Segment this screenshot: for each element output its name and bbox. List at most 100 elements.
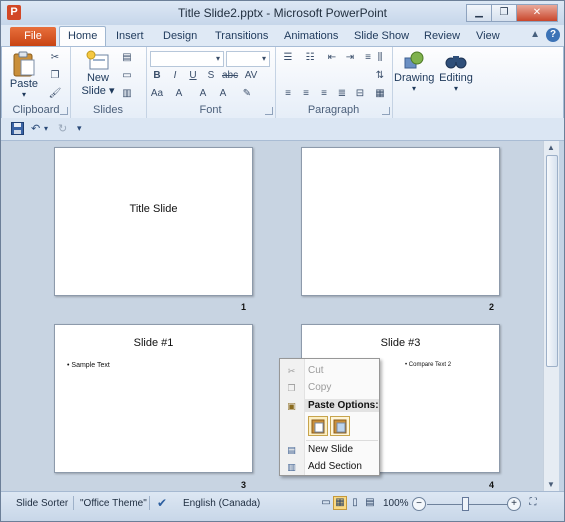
clipboard-launcher-icon[interactable] — [60, 107, 68, 115]
slide-bullet: • Compare Text 2 — [405, 362, 452, 368]
tab-home[interactable]: Home — [59, 26, 107, 48]
binoculars-icon — [445, 56, 467, 69]
tab-design[interactable]: Design — [163, 30, 197, 42]
section-icon[interactable]: ▥ — [120, 88, 134, 100]
shapes-icon — [404, 51, 424, 69]
tab-file[interactable]: File — [10, 27, 56, 46]
editing-button[interactable]: Editing ▾ — [436, 50, 476, 93]
bullets-icon[interactable]: ☰ — [281, 52, 295, 64]
underline-icon[interactable]: U — [186, 70, 200, 82]
vertical-scrollbar[interactable]: ▲ ▼ — [543, 141, 559, 491]
paste-button[interactable]: Paste ▾ — [8, 50, 40, 99]
paste-label: Paste — [9, 78, 39, 90]
undo-icon[interactable]: ↶ — [31, 122, 40, 135]
spelling-check-icon[interactable]: ✔ — [157, 496, 167, 510]
smartart-icon[interactable]: ▦ — [373, 88, 387, 100]
menu-item-copy[interactable]: Copy — [308, 382, 331, 393]
slide-thumbnail-3[interactable]: Slide #1 • Sample Text — [54, 324, 253, 473]
minimize-button[interactable]: ▁ — [466, 4, 492, 22]
menu-item-new-slide[interactable]: New Slide — [308, 444, 353, 455]
editing-label: Editing — [439, 72, 473, 84]
justify-icon[interactable]: ≣ — [335, 88, 349, 100]
align-text-icon[interactable]: ⊟ — [353, 88, 367, 100]
font-launcher-icon[interactable] — [265, 107, 273, 115]
tab-animations[interactable]: Animations — [284, 30, 338, 42]
increase-indent-icon[interactable]: ⇥ — [343, 52, 357, 64]
font-group: ▾ ▾ B I U S abc AV Aa A A A ✎ Font — [146, 47, 276, 118]
editing-group: Editing ▾ — [436, 47, 476, 118]
columns-icon[interactable]: ⫼ — [373, 52, 387, 64]
increase-font-icon[interactable]: A — [196, 88, 210, 100]
slide-sorter-pane: Title Slide 1 2 Slide #1 • Sample Text 3… — [1, 141, 543, 491]
drawing-button[interactable]: Drawing ▾ — [394, 50, 434, 93]
align-center-icon[interactable]: ≡ — [299, 88, 313, 100]
zoom-out-icon[interactable]: − — [412, 497, 426, 511]
status-theme[interactable]: "Office Theme" — [80, 498, 147, 509]
slide-thumbnail-1[interactable]: Title Slide — [54, 147, 253, 296]
slide-show-view-icon[interactable]: ▤ — [363, 496, 377, 510]
tab-slide-show[interactable]: Slide Show — [354, 30, 409, 42]
title-bar: P Title Slide2.pptx - Microsoft PowerPoi… — [1, 1, 564, 25]
align-right-icon[interactable]: ≡ — [317, 88, 331, 100]
tab-transitions[interactable]: Transitions — [215, 30, 268, 42]
tab-view[interactable]: View — [476, 30, 500, 42]
status-language[interactable]: English (Canada) — [183, 498, 260, 509]
redo-icon[interactable]: ↻ — [58, 122, 67, 135]
zoom-level[interactable]: 100% — [383, 498, 409, 509]
italic-icon[interactable]: I — [168, 70, 182, 82]
minimize-ribbon-icon[interactable]: ▲ — [530, 29, 540, 40]
reset-icon[interactable]: ▭ — [120, 70, 134, 82]
paragraph-launcher-icon[interactable] — [382, 107, 390, 115]
paste-icon — [13, 51, 35, 77]
strikethrough-icon[interactable]: abc — [222, 70, 238, 82]
menu-item-cut[interactable]: Cut — [308, 365, 324, 376]
save-icon[interactable] — [11, 122, 24, 138]
layout-icon[interactable]: ▤ — [120, 52, 134, 64]
cut-icon[interactable]: ✂ — [48, 52, 62, 64]
numbering-icon[interactable]: ☷ — [303, 52, 317, 64]
fit-to-window-icon[interactable]: ⛶ — [526, 496, 540, 510]
scroll-up-icon[interactable]: ▲ — [547, 143, 555, 152]
scroll-thumb[interactable] — [546, 155, 558, 367]
context-menu: ✂ Cut ❐ Copy ▣ Paste Options: ▤ New Slid… — [279, 358, 380, 476]
bold-icon[interactable]: B — [150, 70, 164, 82]
shadow-icon[interactable]: S — [204, 70, 218, 82]
new-slide-icon — [86, 50, 109, 70]
powerpoint-window: P Title Slide2.pptx - Microsoft PowerPoi… — [0, 0, 565, 522]
normal-view-icon[interactable]: ▭ — [319, 496, 333, 510]
new-slide-icon: ▤ — [287, 445, 296, 455]
align-left-icon[interactable]: ≡ — [281, 88, 295, 100]
change-case-icon[interactable]: Aa — [150, 88, 164, 100]
font-name-dropdown[interactable]: ▾ — [150, 51, 224, 67]
customize-qat-icon[interactable]: ▾ — [77, 123, 82, 134]
zoom-slider-thumb[interactable] — [462, 497, 469, 511]
font-color-icon[interactable]: A — [172, 88, 186, 100]
zoom-in-icon[interactable]: + — [507, 497, 521, 511]
close-button[interactable]: ✕ — [516, 4, 558, 22]
clear-formatting-icon[interactable]: ✎ — [240, 88, 254, 100]
slide-sorter-view-icon[interactable]: ▦ — [333, 496, 347, 510]
ribbon-tabs: File Home Insert Design Transitions Anim… — [1, 25, 564, 48]
help-icon[interactable]: ? — [546, 28, 560, 42]
slides-group: New Slide ▾ ▤ ▭ ▥ Slides — [70, 47, 147, 118]
reading-view-icon[interactable]: ▯ — [348, 496, 362, 510]
tab-review[interactable]: Review — [424, 30, 460, 42]
maximize-button[interactable]: ❐ — [491, 4, 517, 22]
tab-insert[interactable]: Insert — [116, 30, 144, 42]
decrease-indent-icon[interactable]: ⇤ — [325, 52, 339, 64]
font-size-dropdown[interactable]: ▾ — [226, 51, 270, 67]
slide-number-4: 4 — [489, 480, 495, 490]
slide-thumbnail-2[interactable] — [301, 147, 500, 296]
new-slide-button[interactable]: New Slide ▾ — [80, 50, 116, 97]
paste-use-destination-theme-icon[interactable] — [308, 416, 328, 436]
slide-title: Slide #3 — [380, 337, 421, 349]
undo-dropdown-icon[interactable]: ▾ — [44, 124, 48, 133]
paste-picture-icon[interactable] — [330, 416, 350, 436]
copy-icon[interactable]: ❐ — [48, 70, 62, 82]
decrease-font-icon[interactable]: A — [216, 88, 230, 100]
format-painter-icon[interactable]: 🖌 — [48, 88, 62, 100]
text-direction-icon[interactable]: ⇅ — [373, 70, 387, 82]
character-spacing-icon[interactable]: AV — [244, 70, 258, 82]
menu-item-add-section[interactable]: Add Section — [308, 461, 362, 472]
scroll-down-icon[interactable]: ▼ — [547, 480, 555, 489]
